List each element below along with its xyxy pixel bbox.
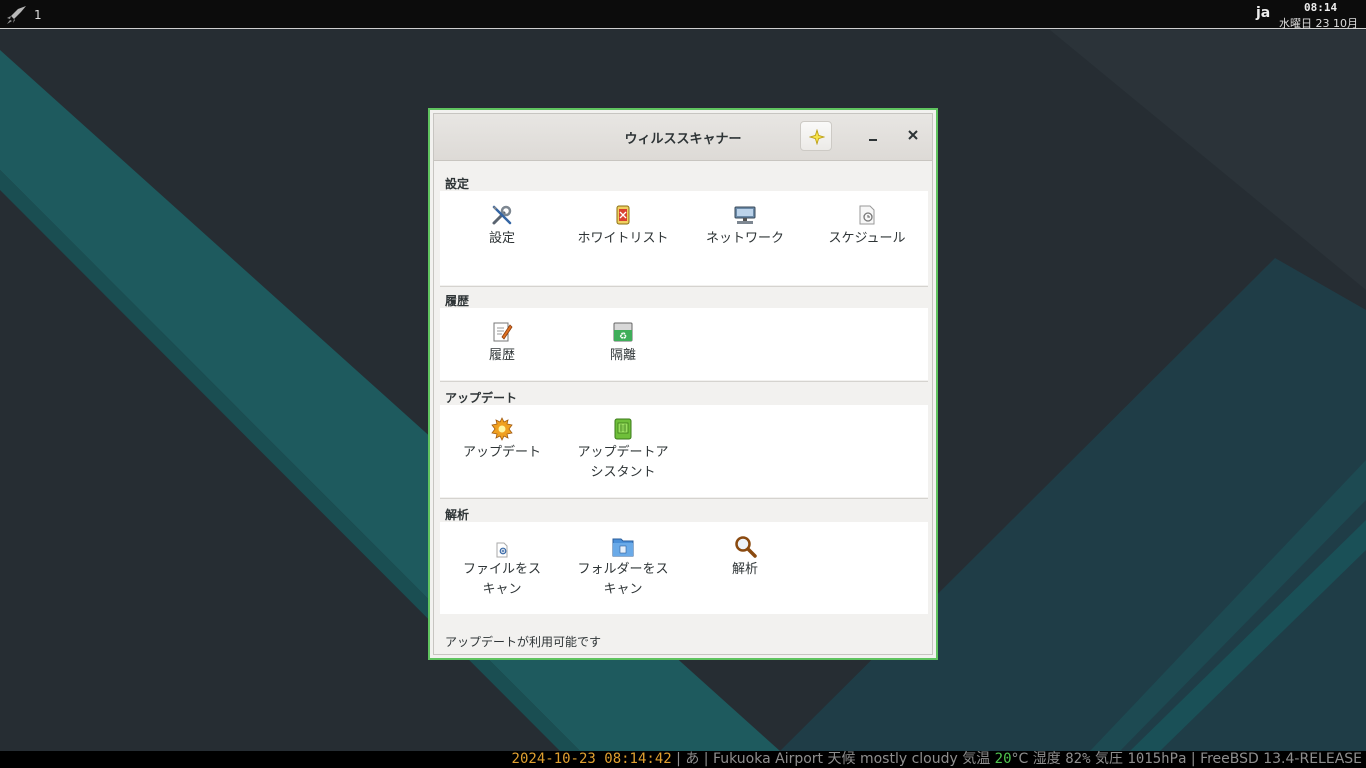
history-label: 履歴 [488, 348, 515, 363]
analysis-label: 解析 [731, 562, 758, 577]
status-os: FreeBSD 13.4-RELEASE [1200, 751, 1362, 767]
status-bar-content: 2024-10-23 08:14:42 | あ | Fukuoka Airpor… [512, 751, 1362, 768]
section-header-settings: 設定 [445, 177, 470, 191]
update-assistant-label-line2: シスタント [590, 465, 656, 480]
language-indicator[interactable]: ja [1256, 5, 1270, 21]
quarantine-label: 隔離 [609, 348, 636, 363]
update-icon [491, 417, 513, 441]
close-icon [908, 130, 918, 140]
scan-file-label-line2: キャン [482, 582, 522, 597]
status-pressure: 1015hPa [1127, 751, 1187, 767]
scan-file-label-line1: ファイルをス [462, 562, 541, 577]
section-header-update: アップデート [445, 391, 518, 405]
virus-scanner-window: ウィルススキャナー 設定 設定 ホワイトリスト ネットワーク スケジュール 履歴… [428, 108, 938, 660]
section-update: アップデート アップデートア シスタント [440, 405, 928, 497]
workspace-indicator[interactable]: 1 [34, 8, 42, 22]
update-assistant-item[interactable]: アップデートア シスタント [573, 417, 673, 483]
window-content: ウィルススキャナー 設定 設定 ホワイトリスト ネットワーク スケジュール 履歴… [433, 113, 933, 655]
status-weather-label: 天候 [823, 751, 860, 767]
scan-folder-item[interactable]: フォルダーをス キャン [573, 534, 673, 600]
settings-item[interactable]: 設定 [452, 203, 552, 249]
section-analysis: ファイルをス キャン フォルダーをス キャン 解析 [440, 522, 928, 614]
schedule-label: スケジュール [828, 231, 906, 246]
star-button[interactable] [800, 121, 832, 151]
whitelist-icon [616, 205, 630, 225]
minimize-icon [869, 139, 877, 141]
update-assistant-label-line1: アップデートア [577, 445, 669, 460]
window-title: ウィルススキャナー [624, 132, 742, 147]
history-icon [493, 322, 513, 342]
scan-folder-label-line1: フォルダーをス [577, 562, 669, 577]
section-header-history: 履歴 [445, 294, 470, 308]
scan-file-icon [496, 542, 508, 558]
quarantine-icon: ♻ [613, 322, 633, 342]
network-label: ネットワーク [705, 231, 784, 246]
star-icon [809, 129, 825, 145]
section-settings: 設定 ホワイトリスト ネットワーク スケジュール [440, 191, 928, 285]
scan-folder-label-line2: キャン [603, 582, 643, 597]
status-separator: | [1186, 751, 1201, 767]
status-separator: | [699, 751, 713, 767]
settings-label: 設定 [488, 231, 515, 246]
section-header-analysis: 解析 [445, 508, 470, 522]
update-label: アップデート [462, 445, 541, 460]
close-button[interactable] [904, 124, 922, 146]
minimize-button[interactable] [864, 124, 882, 146]
status-message: アップデートが利用可能です [445, 635, 602, 649]
svg-text:♻: ♻ [619, 332, 627, 342]
status-weather: mostly cloudy [859, 751, 958, 767]
tools-icon [492, 205, 512, 225]
title-bar[interactable]: ウィルススキャナー [434, 114, 932, 161]
rocket-icon[interactable] [6, 5, 28, 25]
whitelist-item[interactable]: ホワイトリスト [573, 203, 673, 249]
status-temp-label: 気温 [957, 751, 995, 767]
schedule-item[interactable]: スケジュール [817, 203, 917, 249]
update-assistant-label: アップデートア シスタント [573, 443, 673, 483]
network-icon [734, 206, 756, 224]
clock-date: 水曜日 23 10月 [1279, 17, 1358, 29]
top-panel: 1 ja 08:14 水曜日 23 10月 [0, 0, 1366, 29]
network-item[interactable]: ネットワーク [695, 203, 795, 249]
analysis-item[interactable]: 解析 [695, 534, 795, 580]
status-temperature: 20 [994, 751, 1012, 767]
status-location: Fukuoka Airport [712, 751, 824, 767]
status-bar: 2024-10-23 08:14:42 | あ | Fukuoka Airpor… [0, 751, 1366, 768]
divider [440, 286, 928, 287]
quarantine-item[interactable]: ♻ 隔離 [573, 320, 673, 366]
scan-file-label: ファイルをス キャン [452, 560, 552, 600]
scan-folder-label: フォルダーをス キャン [573, 560, 673, 600]
status-temp-unit: °C [1011, 751, 1029, 767]
magnifier-icon [735, 536, 757, 558]
status-humidity-label: 湿度 [1028, 751, 1066, 767]
divider [440, 498, 928, 499]
update-item[interactable]: アップデート [452, 417, 552, 463]
scan-folder-icon [612, 538, 634, 557]
status-separator: | [671, 751, 686, 767]
schedule-icon [859, 205, 875, 225]
scan-file-item[interactable]: ファイルをス キャン [452, 534, 552, 600]
clock-time[interactable]: 08:14 [1304, 1, 1337, 14]
divider [440, 381, 928, 382]
status-humidity: 82% [1065, 751, 1091, 767]
status-ime: あ [685, 751, 700, 767]
status-pressure-label: 気圧 [1090, 751, 1128, 767]
section-history: 履歴 ♻ 隔離 [440, 308, 928, 380]
history-item[interactable]: 履歴 [452, 320, 552, 366]
status-datetime: 2024-10-23 08:14:42 [511, 751, 672, 767]
whitelist-label: ホワイトリスト [577, 231, 669, 246]
update-assistant-icon [614, 418, 632, 440]
